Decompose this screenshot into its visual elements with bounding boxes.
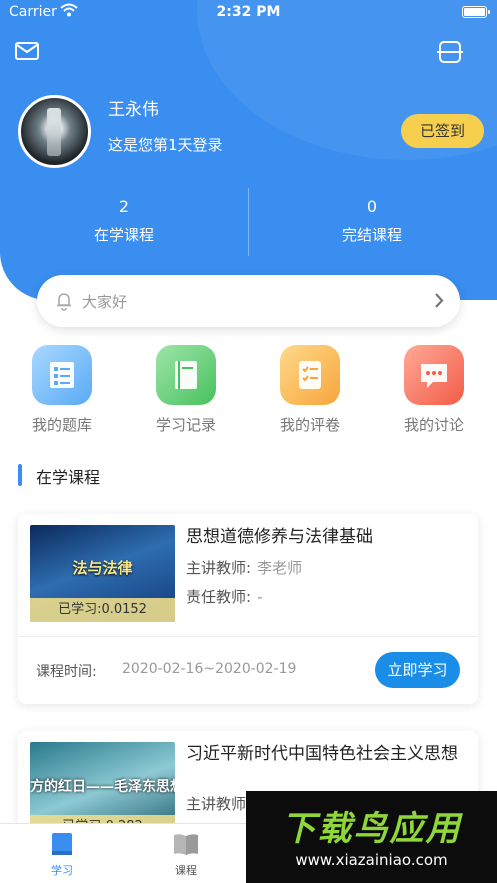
- status-bar: Carrier 2:32 PM: [0, 0, 497, 26]
- quick-my-grading[interactable]: 我的评卷: [264, 345, 356, 435]
- section-title: 在学课程: [36, 468, 101, 487]
- quick-question-bank[interactable]: 我的题库: [16, 345, 108, 435]
- question-bank-icon: [32, 345, 92, 405]
- tab-courses[interactable]: 课程: [124, 830, 248, 878]
- quick-my-discussion[interactable]: 我的讨论: [388, 345, 480, 435]
- book-record-icon: [156, 345, 216, 405]
- bell-icon: [57, 293, 71, 311]
- responsible-row: 责任教师: -: [186, 586, 262, 607]
- checklist-icon: [280, 345, 340, 405]
- quick-label: 我的题库: [31, 416, 92, 434]
- stat-value: 0: [366, 197, 378, 216]
- course-progress: 已学习:0.0152: [30, 598, 175, 622]
- watermark-banner: 下载鸟应用 www.xiazainiao.com: [246, 791, 497, 883]
- tab-label: 课程: [175, 864, 197, 877]
- thumbnail-title: 方的红日——毛泽东思想: [30, 779, 175, 795]
- quick-label: 我的讨论: [403, 416, 464, 434]
- course-card[interactable]: 法与法律 已学习:0.0152 思想道德修养与法律基础 主讲教师: 李老师 责任教…: [18, 514, 478, 704]
- status-time: 2:32 PM: [216, 4, 281, 20]
- section-accent-bar: [18, 464, 22, 486]
- start-learning-button[interactable]: 立即学习: [375, 652, 460, 688]
- course-title: 习近平新时代中国特色社会主义思想: [186, 744, 458, 764]
- quick-study-record[interactable]: 学习记录: [140, 345, 232, 435]
- course-time-label: 课程时间:: [36, 664, 97, 680]
- open-book-icon: [174, 834, 198, 855]
- watermark-logo-text: 下载鸟应用: [281, 809, 462, 849]
- tab-label: 学习: [51, 864, 73, 877]
- user-name: 王永伟: [108, 100, 159, 120]
- scan-icon[interactable]: [437, 40, 463, 64]
- course-thumbnail[interactable]: 法与法律 已学习:0.0152: [30, 525, 175, 622]
- tab-study[interactable]: 学习: [0, 830, 124, 878]
- mail-icon[interactable]: [14, 40, 40, 62]
- battery-icon: [462, 6, 490, 18]
- stat-label: 在学课程: [93, 226, 154, 244]
- avatar[interactable]: [18, 95, 91, 168]
- teacher-label: 主讲教师:: [186, 559, 252, 577]
- quick-label: 学习记录: [155, 416, 216, 434]
- study-book-icon: [52, 833, 72, 855]
- signin-button[interactable]: 已签到: [401, 114, 484, 148]
- notice-bar[interactable]: 大家好: [37, 275, 460, 327]
- watermark-url: www.xiazainiao.com: [295, 851, 448, 869]
- teacher-row: 主讲教师:: [186, 793, 251, 814]
- teacher-value: 李老师: [257, 559, 303, 577]
- thumbnail-title: 法与法律: [72, 559, 133, 577]
- chat-bubble-icon: [404, 345, 464, 405]
- responsible-value: -: [257, 588, 263, 606]
- stat-label: 完结课程: [341, 226, 402, 244]
- login-days-text: 这是您第1天登录: [108, 136, 223, 154]
- teacher-row: 主讲教师: 李老师: [186, 557, 302, 578]
- profile-header: Carrier 2:32 PM 王永伟 这是您第1天登录 已签到 2 在学课程 …: [0, 0, 497, 300]
- stat-value: 2: [118, 197, 130, 216]
- stat-finished-courses[interactable]: 0 完结课程: [248, 197, 496, 245]
- teacher-label: 主讲教师:: [186, 795, 252, 813]
- chevron-right-icon: [435, 293, 444, 308]
- notice-text: 大家好: [82, 293, 128, 311]
- responsible-label: 责任教师:: [186, 588, 252, 606]
- card-divider: [18, 636, 478, 637]
- course-time-value: 2020-02-16~2020-02-19: [122, 661, 297, 677]
- course-title: 思想道德修养与法律基础: [186, 527, 373, 547]
- quick-label: 我的评卷: [279, 416, 340, 434]
- stat-learning-courses[interactable]: 2 在学课程: [0, 197, 248, 245]
